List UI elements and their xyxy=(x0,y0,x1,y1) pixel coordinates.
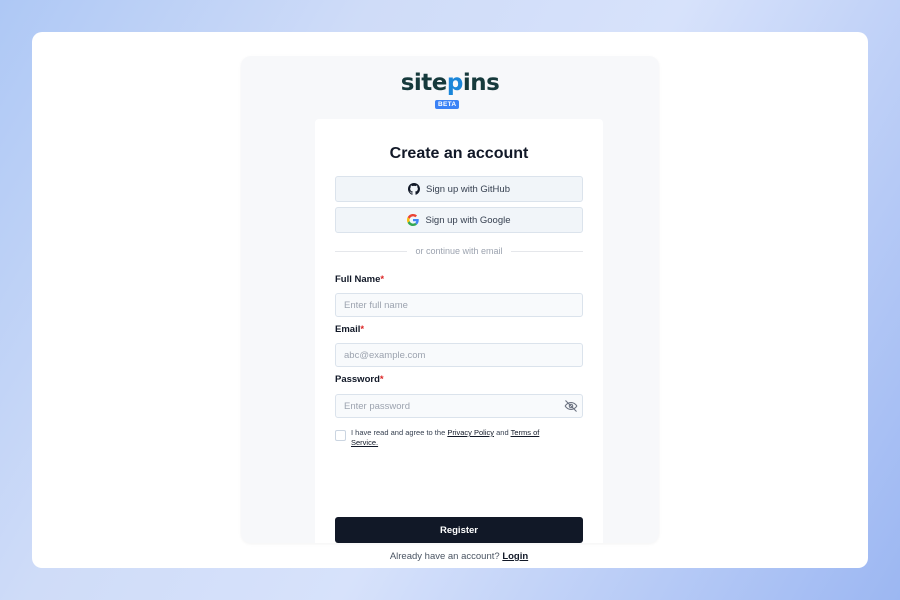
google-icon xyxy=(407,214,420,226)
email-required-mark: * xyxy=(360,324,365,335)
signup-panel: sitepins BETA Create an account Sign up … xyxy=(241,56,659,562)
password-label: Password* xyxy=(335,374,384,385)
sitepins-logo[interactable]: sitepins xyxy=(241,70,659,96)
logo-text-post: ins xyxy=(462,70,500,96)
login-prompt-text: Already have an account? xyxy=(389,551,503,562)
full-name-input[interactable] xyxy=(335,293,583,317)
agree-prefix: I have read and agree to the xyxy=(351,428,448,437)
github-signup-button[interactable]: Sign up with GitHub xyxy=(335,176,583,202)
email-label-text: Email xyxy=(335,324,361,335)
register-button[interactable]: Register xyxy=(335,517,583,543)
page-title: Create an account xyxy=(389,145,529,162)
login-link[interactable]: Login xyxy=(502,551,528,562)
logo-text-pin: p xyxy=(446,70,463,96)
password-input[interactable] xyxy=(335,394,583,418)
github-icon xyxy=(408,183,421,195)
privacy-policy-link[interactable]: Privacy Policy xyxy=(447,428,494,437)
login-prompt: Already have an account? Login xyxy=(315,551,603,562)
beta-badge: BETA xyxy=(435,100,460,109)
terms-agreement-text: I have read and agree to the Privacy Pol… xyxy=(351,428,551,448)
google-signup-label: Sign up with Google xyxy=(425,214,511,226)
full-name-required-mark: * xyxy=(380,274,385,285)
agree-middle: and xyxy=(494,428,511,437)
email-input[interactable] xyxy=(335,343,583,367)
email-label: Email* xyxy=(335,324,364,335)
google-signup-button[interactable]: Sign up with Google xyxy=(335,207,583,233)
logo-text-pre: site xyxy=(400,70,448,96)
terms-checkbox[interactable] xyxy=(335,430,346,441)
eye-off-icon[interactable] xyxy=(564,399,578,413)
github-signup-label: Sign up with GitHub xyxy=(426,183,510,195)
full-name-label: Full Name* xyxy=(335,274,384,285)
divider-line-right xyxy=(510,250,584,252)
full-name-label-text: Full Name xyxy=(335,274,381,285)
signup-card: Create an account Sign up with GitHub Si… xyxy=(315,119,603,562)
page-frame: sitepins BETA Create an account Sign up … xyxy=(32,32,868,568)
divider-line-left xyxy=(335,250,408,252)
password-label-text: Password xyxy=(335,374,380,385)
password-required-mark: * xyxy=(379,374,384,385)
divider-text: or continue with email xyxy=(415,246,503,256)
divider: or continue with email xyxy=(335,245,584,257)
